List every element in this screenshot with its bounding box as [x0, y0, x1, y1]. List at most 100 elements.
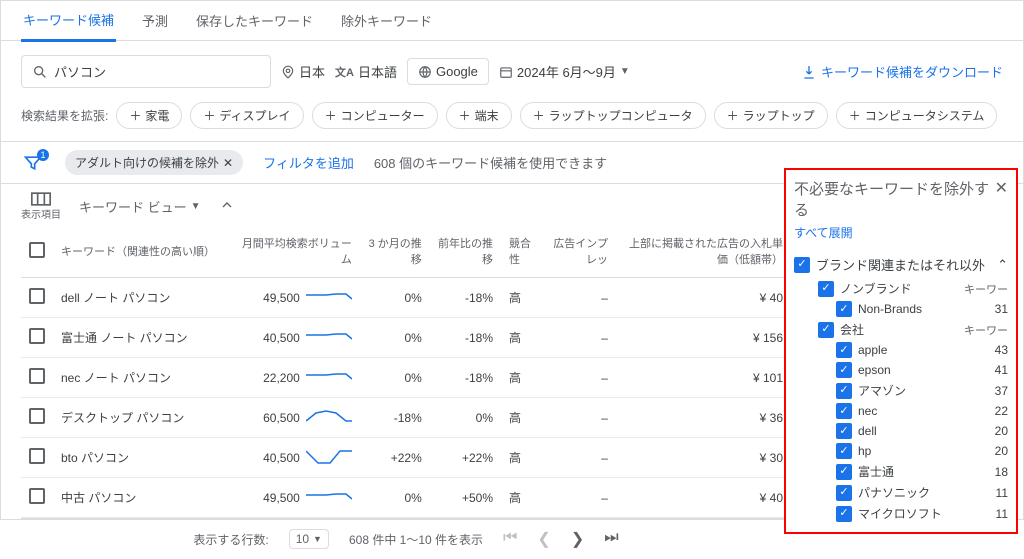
pager-next[interactable]: ❯: [571, 529, 584, 549]
table-row[interactable]: dell ノート パソコン49,500 0%-18%高–¥ 40: [21, 278, 791, 318]
rows-select[interactable]: 10▼: [289, 529, 329, 549]
cell-comp: 高: [501, 358, 544, 398]
col-3m[interactable]: 3 か月の推移: [360, 225, 430, 278]
expand-pill[interactable]: ＋ラップトップ: [714, 102, 828, 129]
pager-first[interactable]: ⏮: [503, 529, 517, 549]
checkbox-icon[interactable]: [794, 257, 810, 273]
list-item[interactable]: nec22: [794, 401, 1008, 421]
cell-keyword: 富士通 ノート パソコン: [53, 318, 233, 358]
list-item[interactable]: 富士通18: [794, 461, 1008, 482]
chevron-down-icon: ▼: [191, 201, 201, 212]
cell-bid: ¥ 36: [616, 398, 791, 438]
pager-info: 608 件中 1～10 件を表示: [349, 531, 483, 548]
checkbox-icon[interactable]: [836, 342, 852, 358]
list-item[interactable]: パナソニック11: [794, 482, 1008, 503]
col-volume[interactable]: 月間平均検索ボリューム: [233, 225, 360, 278]
chevron-down-icon: ▼: [620, 66, 630, 77]
location-icon: [281, 65, 295, 79]
applied-filter[interactable]: アダルト向けの候補を除外 ✕: [65, 150, 243, 175]
cell-comp: 高: [501, 398, 544, 438]
expand-pill[interactable]: ＋コンピューター: [312, 102, 438, 129]
columns-button[interactable]: 表示項目: [21, 192, 61, 221]
row-checkbox[interactable]: [29, 448, 45, 464]
filter-icon[interactable]: 1: [21, 151, 45, 175]
network-icon: [418, 65, 432, 79]
select-all-checkbox[interactable]: [29, 242, 45, 258]
chevron-up-icon[interactable]: ⌃: [997, 257, 1008, 273]
tab-forecast[interactable]: 予測: [140, 1, 170, 40]
language-chip[interactable]: 文A 日本語: [335, 62, 397, 81]
list-item[interactable]: apple43: [794, 340, 1008, 360]
checkbox-icon[interactable]: [818, 322, 834, 338]
calendar-icon: [499, 65, 513, 79]
checkbox-icon[interactable]: [836, 423, 852, 439]
pager-last[interactable]: ⏭: [604, 529, 618, 549]
checkbox-icon[interactable]: [836, 464, 852, 480]
checkbox-icon[interactable]: [836, 506, 852, 522]
pager-prev[interactable]: ❮: [537, 529, 550, 549]
tab-keyword-ideas[interactable]: キーワード候補: [21, 0, 116, 42]
expand-pill[interactable]: ＋コンピュータシステム: [836, 102, 998, 129]
close-icon[interactable]: ✕: [223, 156, 233, 170]
download-button[interactable]: キーワード候補をダウンロード: [801, 62, 1003, 81]
col-keyword[interactable]: キーワード（関連性の高い順）: [53, 225, 233, 278]
cell-keyword: デスクトップ パソコン: [53, 398, 233, 438]
close-icon[interactable]: ✕: [991, 178, 1008, 198]
network-chip[interactable]: Google: [407, 58, 489, 85]
row-checkbox[interactable]: [29, 488, 45, 504]
search-input[interactable]: パソコン: [21, 55, 271, 88]
cell-3m: 0%: [360, 478, 430, 518]
col-yoy[interactable]: 前年比の推移: [430, 225, 501, 278]
view-dropdown[interactable]: キーワード ビュー ▼: [79, 197, 201, 216]
row-checkbox[interactable]: [29, 408, 45, 424]
list-item[interactable]: マイクロソフト11: [794, 503, 1008, 524]
add-filter[interactable]: フィルタを追加: [263, 153, 354, 172]
expand-pill[interactable]: ＋家電: [116, 102, 182, 129]
checkbox-icon[interactable]: [836, 403, 852, 419]
expand-pill[interactable]: ＋ラップトップコンピュータ: [520, 102, 706, 129]
col-bid[interactable]: 上部に掲載された広告の入札単価（低額帯）: [616, 225, 791, 278]
row-checkbox[interactable]: [29, 288, 45, 304]
expand-all[interactable]: すべて展開: [794, 224, 1008, 241]
tab-negative[interactable]: 除外キーワード: [339, 1, 434, 40]
list-item[interactable]: アマゾン37: [794, 380, 1008, 401]
col-impr[interactable]: 広告インプレッ: [544, 225, 616, 278]
row-checkbox[interactable]: [29, 368, 45, 384]
row-checkbox[interactable]: [29, 328, 45, 344]
checkbox-icon[interactable]: [836, 383, 852, 399]
checkbox-icon[interactable]: [836, 362, 852, 378]
table-row[interactable]: bto パソコン40,500 +22%+22%高–¥ 30: [21, 438, 791, 478]
list-item[interactable]: Non-Brands 31: [794, 299, 1008, 319]
cell-volume: 22,200: [233, 358, 360, 398]
keyword-table: キーワード（関連性の高い順） 月間平均検索ボリューム 3 か月の推移 前年比の推…: [21, 225, 791, 518]
checkbox-icon[interactable]: [836, 443, 852, 459]
group-nonbrand[interactable]: ノンブランド キーワー: [794, 278, 1008, 299]
expand-pill[interactable]: ＋端末: [446, 102, 512, 129]
tabs: キーワード候補 予測 保存したキーワード 除外キーワード: [1, 1, 1023, 41]
group-brand[interactable]: ブランド関連またはそれ以外 ⌃: [794, 251, 1008, 278]
cell-3m: 0%: [360, 358, 430, 398]
cell-keyword: nec ノート パソコン: [53, 358, 233, 398]
cell-volume: 49,500: [233, 478, 360, 518]
expand-pill[interactable]: ＋ディスプレイ: [190, 102, 303, 129]
table-row[interactable]: デスクトップ パソコン60,500 -18%0%高–¥ 36: [21, 398, 791, 438]
list-item[interactable]: epson41: [794, 360, 1008, 380]
list-item[interactable]: hp20: [794, 441, 1008, 461]
cell-volume: 40,500: [233, 438, 360, 478]
table-row[interactable]: 富士通 ノート パソコン40,500 0%-18%高–¥ 156: [21, 318, 791, 358]
daterange-chip[interactable]: 2024年 6月～9月 ▼: [499, 62, 630, 81]
collapse-button[interactable]: [219, 197, 235, 216]
checkbox-icon[interactable]: [836, 485, 852, 501]
checkbox-icon[interactable]: [818, 281, 834, 297]
col-comp[interactable]: 競合性: [501, 225, 544, 278]
group-company[interactable]: 会社 キーワー: [794, 319, 1008, 340]
list-item[interactable]: dell20: [794, 421, 1008, 441]
cell-volume: 40,500: [233, 318, 360, 358]
cell-bid: ¥ 156: [616, 318, 791, 358]
checkbox-icon[interactable]: [836, 301, 852, 317]
table-row[interactable]: nec ノート パソコン22,200 0%-18%高–¥ 101: [21, 358, 791, 398]
table-row[interactable]: 中古 パソコン49,500 0%+50%高–¥ 40: [21, 478, 791, 518]
location-chip[interactable]: 日本: [281, 62, 325, 81]
cell-yoy: -18%: [430, 278, 501, 318]
tab-saved[interactable]: 保存したキーワード: [194, 1, 315, 40]
